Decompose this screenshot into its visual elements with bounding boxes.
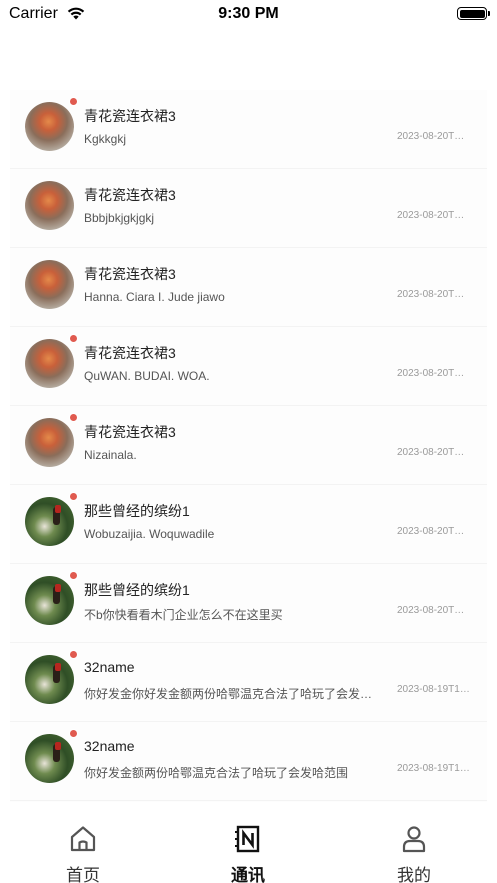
avatar[interactable]	[25, 655, 74, 704]
battery-fill	[459, 9, 485, 18]
unread-dot	[69, 571, 78, 580]
last-message: 不b你快看看木门企业怎么不在这里买	[84, 608, 283, 622]
contacts-book-icon	[235, 825, 260, 853]
tab-bar: 首页 通讯 我的	[0, 812, 497, 883]
unread-dot	[69, 334, 78, 343]
contact-name: 青花瓷连衣裙3	[84, 187, 176, 203]
last-message: 你好发金额两份哈鄂温克合法了哈玩了会发哈范围	[84, 766, 349, 780]
battery-tip	[488, 11, 490, 16]
conversation-row[interactable]: 那些曾经的缤纷1 Wobuzaijia. Woquwadile 2023-08-20…	[10, 485, 487, 564]
conversation-row[interactable]: 青花瓷连衣裙3 Kgkkgkj 2023-08-20T…	[10, 90, 487, 169]
message-time: 2023-08-20T…	[397, 447, 465, 458]
conversation-row[interactable]: 青花瓷连衣裙3 QuWAN. BUDAI. WOA. 2023-08-20T…	[10, 327, 487, 406]
contact-name: 32name	[84, 659, 135, 675]
last-message: Kgkkgkj	[84, 132, 127, 146]
conversation-row[interactable]: 32name 你好发金你好发金额两份哈鄂温克合法了哈玩了会发… 2023-08-19…	[10, 643, 487, 722]
avatar[interactable]	[25, 734, 74, 783]
last-message: Hanna. Ciara I. Jude jiawo	[84, 290, 225, 304]
message-time: 2023-08-20T…	[397, 526, 465, 537]
avatar[interactable]	[25, 260, 74, 309]
person-icon	[402, 826, 426, 853]
tab-mine-label: 我的	[397, 866, 431, 883]
contact-name: 32name	[84, 738, 135, 754]
tab-contacts[interactable]: 通讯	[193, 812, 303, 883]
avatar-figure-hat	[55, 663, 61, 671]
message-time: 2023-08-20T…	[397, 131, 465, 142]
contact-name: 那些曾经的缤纷1	[84, 503, 190, 519]
contact-name: 青花瓷连衣裙3	[84, 108, 176, 124]
contact-name: 青花瓷连衣裙3	[84, 266, 176, 282]
avatar[interactable]	[25, 102, 74, 151]
avatar[interactable]	[25, 181, 74, 230]
message-time: 2023-08-19T1…	[397, 684, 470, 695]
tab-mine[interactable]: 我的	[359, 812, 469, 883]
conversation-row[interactable]: 32name 你好发金额两份哈鄂温克合法了哈玩了会发哈范围 2023-08-19T1…	[10, 722, 487, 801]
unread-dot	[69, 650, 78, 659]
message-time: 2023-08-20T…	[397, 368, 465, 379]
last-message: Wobuzaijia. Woquwadile	[84, 527, 215, 541]
avatar[interactable]	[25, 576, 74, 625]
contact-name: 那些曾经的缤纷1	[84, 582, 190, 598]
unread-dot	[69, 413, 78, 422]
status-bar: Carrier 9:30 PM	[0, 0, 497, 30]
tab-home[interactable]: 首页	[28, 812, 138, 883]
conversation-list[interactable]: 青花瓷连衣裙3 Kgkkgkj 2023-08-20T… 青花瓷连衣裙3 Bbbjbkj…	[10, 90, 487, 802]
avatar[interactable]	[25, 418, 74, 467]
conversation-row[interactable]: 青花瓷连衣裙3 Hanna. Ciara I. Jude jiawo 2023-08…	[10, 248, 487, 327]
last-message: QuWAN. BUDAI. WOA.	[84, 369, 210, 383]
status-time: 9:30 PM	[218, 5, 279, 22]
unread-dot	[69, 729, 78, 738]
message-time: 2023-08-20T…	[397, 289, 465, 300]
conversation-row[interactable]: 青花瓷连衣裙3 Bbbjbkjgkjgkj 2023-08-20T…	[10, 169, 487, 248]
avatar-figure-hat	[55, 742, 61, 750]
last-message: 你好发金你好发金额两份哈鄂温克合法了哈玩了会发…	[84, 687, 373, 701]
avatar-figure-hat	[55, 505, 61, 513]
message-time: 2023-08-19T1…	[397, 763, 470, 774]
last-message: Nizainala.	[84, 448, 137, 462]
home-icon	[70, 826, 96, 852]
tab-home-label: 首页	[66, 866, 100, 883]
message-time: 2023-08-20T…	[397, 605, 465, 616]
avatar-figure-hat	[55, 584, 61, 592]
conversation-row[interactable]: 青花瓷连衣裙3 Nizainala. 2023-08-20T…	[10, 406, 487, 485]
tab-contacts-label: 通讯	[231, 866, 265, 883]
contact-name: 青花瓷连衣裙3	[84, 424, 176, 440]
avatar[interactable]	[25, 497, 74, 546]
unread-dot	[69, 97, 78, 106]
conversation-row[interactable]: 那些曾经的缤纷1 不b你快看看木门企业怎么不在这里买 2023-08-20T…	[10, 564, 487, 643]
unread-dot	[69, 492, 78, 501]
avatar[interactable]	[25, 339, 74, 388]
last-message: Bbbjbkjgkjgkj	[84, 211, 155, 225]
battery-icon	[457, 7, 487, 20]
contact-name: 青花瓷连衣裙3	[84, 345, 176, 361]
message-time: 2023-08-20T…	[397, 210, 465, 221]
